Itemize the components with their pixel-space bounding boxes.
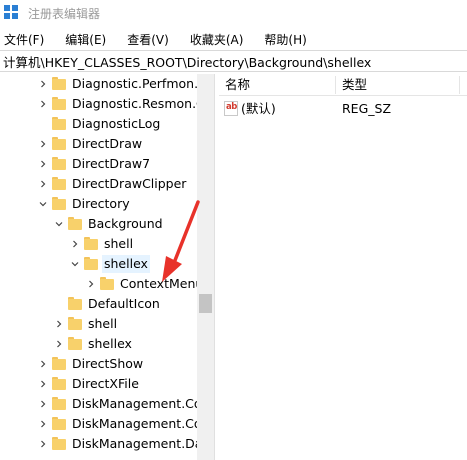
title-bar: 注册表编辑器 [0,0,467,26]
window-title: 注册表编辑器 [28,6,101,21]
menu-edit[interactable]: 编辑(E) [60,31,111,48]
value-list-header: 名称 类型 [219,74,467,96]
tree-node-label: DirectDraw [72,136,143,151]
value-row-default[interactable]: ab (默认) REG_SZ [219,99,467,119]
tree-node-label: Diagnostic.Resmon.C [72,96,197,111]
folder-icon [52,377,66,391]
tree-node[interactable]: DiagnosticLog [0,114,197,134]
tree-node-label: Directory [72,196,130,211]
folder-icon [52,177,66,191]
tree-node-label: DiskManagement.Dat [72,436,197,451]
tree-node[interactable]: Diagnostic.Resmon.C [0,94,197,114]
tree-node[interactable]: DirectShow [0,354,197,374]
chevron-down-icon[interactable] [54,219,64,229]
folder-icon [52,417,66,431]
chevron-right-icon[interactable] [38,79,48,89]
folder-icon [52,397,66,411]
folder-icon [52,357,66,371]
chevron-right-icon[interactable] [38,399,48,409]
chevron-right-icon[interactable] [38,159,48,169]
folder-icon [68,297,82,311]
chevron-right-icon[interactable] [70,239,80,249]
menu-bar: 文件(F) 编辑(E) 查看(V) 收藏夹(A) 帮助(H) [0,28,467,50]
column-name[interactable]: 名称 [219,74,250,96]
red-arrow-annotation [162,200,200,282]
tree-node-label: DirectDraw7 [72,156,151,171]
menu-favorites[interactable]: 收藏夹(A) [185,31,249,48]
tree-node-label: shell [88,316,118,331]
tree-node-label: DiskManagement.Cor [72,416,197,431]
chevron-right-icon[interactable] [86,279,96,289]
folder-icon [68,217,82,231]
value-name: (默认) [241,101,276,116]
chevron-right-icon[interactable] [38,359,48,369]
menu-help[interactable]: 帮助(H) [259,31,311,48]
tree-node-label: shell [104,236,134,251]
value-list: 名称 类型 ab (默认) REG_SZ [219,74,467,460]
tree-node-label: DirectXFile [72,376,139,391]
pane-splitter[interactable] [214,74,218,460]
tree-node[interactable]: DiskManagement.Cor [0,394,197,414]
tree-node[interactable]: shellex [0,334,197,354]
chevron-down-icon[interactable] [38,199,48,209]
folder-icon [52,157,66,171]
tree-scroll-thumb[interactable] [199,294,212,313]
folder-icon [52,77,66,91]
tree-node[interactable]: DiskManagement.Dat [0,434,197,454]
tree-node[interactable]: Diagnostic.Perfmon.D [0,74,197,94]
column-type[interactable]: 类型 [336,74,367,96]
tree-node[interactable]: shell [0,314,197,334]
folder-icon [52,137,66,151]
tree-node-label: DirectDrawClipper [72,176,187,191]
registry-editor-app-icon [4,5,20,21]
tree-node[interactable]: DirectDrawClipper [0,174,197,194]
address-bar[interactable]: 计算机\HKEY_CLASSES_ROOT\Directory\Backgrou… [0,50,467,72]
tree-node[interactable]: DirectDraw [0,134,197,154]
tree-node[interactable]: DirectXFile [0,374,197,394]
chevron-right-icon[interactable] [54,339,64,349]
string-value-icon: ab [224,101,238,116]
folder-icon [100,277,114,291]
tree-node-label: DefaultIcon [88,296,160,311]
menu-file[interactable]: 文件(F) [0,31,49,48]
tree-node-label: DiagnosticLog [72,116,161,131]
tree-node-label: Background [88,216,163,231]
menu-view[interactable]: 查看(V) [122,31,174,48]
folder-icon [68,317,82,331]
chevron-right-icon[interactable] [38,379,48,389]
tree-node-label: DirectShow [72,356,144,371]
tree-node-label: Diagnostic.Perfmon.D [72,76,197,91]
tree-node-label: DiskManagement.Cor [72,396,197,411]
chevron-down-icon[interactable] [70,259,80,269]
column-data[interactable] [460,74,466,96]
folder-icon [84,257,98,271]
folder-icon [68,337,82,351]
folder-icon [52,197,66,211]
chevron-right-icon[interactable] [38,419,48,429]
folder-icon [52,117,66,131]
tree-node[interactable]: DirectDraw7 [0,154,197,174]
folder-icon [52,437,66,451]
chevron-right-icon[interactable] [38,139,48,149]
folder-icon [84,237,98,251]
chevron-right-icon[interactable] [54,319,64,329]
tree-node-label: shellex [102,255,150,273]
tree-node-label: shellex [88,336,132,351]
tree-node[interactable]: DiskManagement.Cor [0,414,197,434]
chevron-right-icon[interactable] [38,179,48,189]
chevron-right-icon[interactable] [38,439,48,449]
folder-icon [52,97,66,111]
value-type: REG_SZ [342,101,392,116]
chevron-right-icon[interactable] [38,99,48,109]
tree-node[interactable]: DefaultIcon [0,294,197,314]
